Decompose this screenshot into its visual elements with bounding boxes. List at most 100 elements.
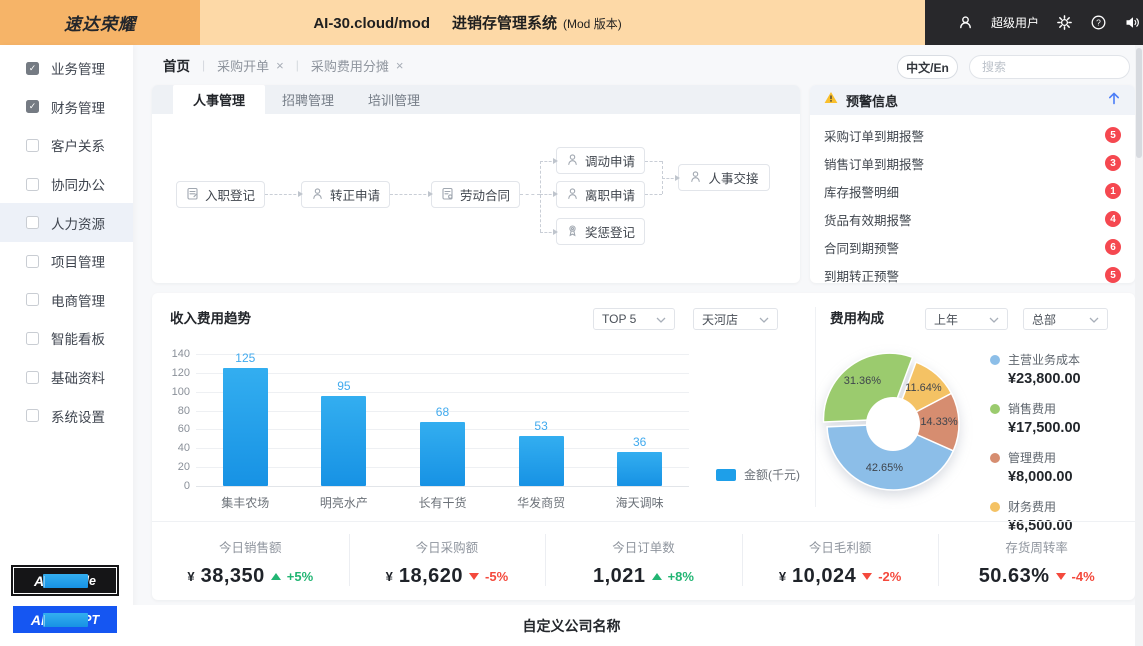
donut-legend-item-1[interactable]: 主营业务成本 ¥23,800.00 (990, 351, 1081, 387)
tab-purchase-cost[interactable]: 采购费用分摊 × (311, 56, 404, 75)
tab-separator: | (295, 58, 299, 72)
sidebar: ✓ 业务管理 ✓ 财务管理客户关系协同办公 人力资源 项目管理 电商管理 智能看板 基础资料系统… (0, 45, 133, 646)
alert-item-label: 采购订单到期报警 (824, 129, 925, 144)
legend-dot (990, 452, 1000, 463)
flow-connector-8 (645, 160, 662, 162)
count-badge: 6 (1105, 239, 1121, 255)
alert-item-6[interactable]: 到期转正预警 5 (824, 261, 1121, 289)
y-axis-tick: 100 (171, 385, 190, 398)
bar-华发商贸[interactable] (518, 436, 564, 486)
hr-workflow-card: 人事管理 招聘管理 培训管理 入职登记 转正申请 劳动合同 调动申请离职申请奖惩登记 人… (152, 85, 800, 283)
sidebar-item-3[interactable]: 客户关系 (0, 126, 133, 165)
chevron-down-icon (656, 312, 666, 326)
page-tabs: 首页 | 采购开单 × | 采购费用分摊 × (163, 52, 403, 78)
bar-value-label: 95 (337, 379, 351, 394)
close-icon[interactable]: × (396, 59, 404, 72)
settings-gear-icon[interactable] (1056, 14, 1073, 31)
language-toggle-button[interactable]: 中文/En (897, 55, 958, 79)
donut-legend-item-3[interactable]: 管理费用 ¥8,000.00 (990, 449, 1081, 485)
kpi-label: 今日采购额 (415, 541, 479, 555)
alert-panel-title: 预警信息 (846, 93, 899, 109)
tab-purchase-order[interactable]: 采购开单 × (217, 56, 284, 75)
kpi-1: 今日销售额 ¥38,350 +5% (152, 522, 349, 600)
bar-明亮水产[interactable] (321, 396, 367, 486)
ai-sdgpt-badge[interactable]: AI | SD-GPT (13, 606, 117, 633)
branch-select[interactable]: 总部 (1023, 308, 1108, 330)
donut-legend-item-2[interactable]: 销售费用 ¥17,500.00 (990, 400, 1081, 436)
kpi-delta: -4% (1071, 569, 1095, 584)
bar-集丰农场[interactable] (222, 368, 268, 486)
sidebar-item-label: 客户关系 (51, 139, 105, 155)
alert-item-1[interactable]: 采购订单到期报警 5 (824, 121, 1121, 149)
checkbox-icon (26, 216, 39, 230)
sidebar-item-10[interactable]: 系统设置 (0, 396, 133, 435)
alert-item-label: 到期转正预警 (824, 269, 900, 284)
alert-item-5[interactable]: 合同到期预警 6 (824, 233, 1121, 261)
ai-lcode-badge[interactable]: AI | L-code (11, 565, 119, 596)
kpi-delta: +5% (286, 569, 314, 584)
checkbox-icon (26, 409, 39, 423)
svg-text:?: ? (1096, 17, 1101, 27)
flow-node-4[interactable]: 调动申请 (556, 147, 645, 174)
flow-node-1[interactable]: 入职登记 (176, 181, 265, 208)
tab-home[interactable]: 首页 (163, 55, 190, 75)
document-icon (441, 187, 454, 203)
tab-training-management[interactable]: 培训管理 (351, 85, 437, 114)
tab-hr-management[interactable]: 人事管理 (173, 85, 265, 114)
kpi-value: 1,021 (593, 565, 646, 587)
logo-area[interactable]: 速达荣耀 (0, 0, 200, 45)
flow-node-2[interactable]: 转正申请 (301, 181, 390, 208)
y-axis-tick: 40 (177, 442, 190, 455)
sidebar-item-label: 系统设置 (51, 409, 105, 425)
flow-connector-2 (390, 191, 433, 197)
alert-item-2[interactable]: 销售订单到期报警 3 (824, 149, 1121, 177)
collapse-up-arrow-icon[interactable] (1107, 91, 1121, 110)
system-name: 进销存管理系统 (452, 15, 558, 32)
help-icon[interactable]: ? (1090, 14, 1107, 31)
sidebar-item-9[interactable]: 基础资料 (0, 358, 133, 397)
sidebar-item-8[interactable]: 智能看板 (0, 319, 133, 358)
flow-node-label: 调动申请 (584, 155, 635, 169)
sidebar-item-6[interactable]: 项目管理 (0, 242, 133, 281)
announcement-speaker-icon[interactable] (1124, 14, 1141, 31)
sidebar-item-5[interactable]: 人力资源 (0, 203, 133, 242)
tab-separator: | (202, 58, 206, 72)
search-input[interactable] (982, 60, 1137, 74)
bar-长有干货[interactable] (420, 421, 465, 486)
scrollbar-thumb[interactable] (1136, 48, 1142, 158)
y-axis-tick: 140 (171, 348, 190, 360)
flow-node-7[interactable]: 人事交接 (678, 164, 770, 191)
alert-item-3[interactable]: 库存报警明细 1 (824, 177, 1121, 205)
sidebar-item-4[interactable]: 协同办公 (0, 165, 133, 204)
store-select[interactable]: 天河店 (693, 308, 778, 330)
checkbox-icon (26, 254, 39, 268)
checkbox-icon (26, 331, 39, 345)
close-icon[interactable]: × (276, 59, 284, 72)
user-name[interactable]: 超级用户 (991, 14, 1039, 31)
kpi-currency: ¥ (385, 569, 393, 584)
flow-node-3[interactable]: 劳动合同 (431, 181, 520, 208)
user-icon[interactable] (957, 14, 974, 31)
legend-label: 金额(千元) (744, 468, 800, 482)
app-window: 速达荣耀 AI-30.cloud/mod 进销存管理系统 (Mod 版本) 超级… (0, 0, 1143, 646)
flow-node-6[interactable]: 奖惩登记 (556, 218, 645, 245)
flow-connector-5 (540, 157, 558, 164)
flow-connector-3 (520, 194, 540, 195)
search-box[interactable] (969, 55, 1143, 79)
sidebar-item-7[interactable]: 电商管理 (0, 281, 133, 320)
alert-item-4[interactable]: 货品有效期报警 4 (824, 205, 1121, 233)
tab-recruit-management[interactable]: 招聘管理 (265, 85, 351, 114)
document-icon (186, 187, 199, 203)
top-n-select[interactable]: TOP 5 (593, 308, 675, 330)
select-value: TOP 5 (602, 312, 637, 326)
sidebar-item-2[interactable]: ✓ 财务管理 (0, 88, 133, 127)
y-axis-tick: 60 (177, 423, 190, 436)
hr-card-tabs: 人事管理 招聘管理 培训管理 (152, 85, 800, 114)
legend-name: 财务费用 (1008, 500, 1057, 514)
period-select[interactable]: 上年 (925, 308, 1008, 330)
bar-海天调味[interactable] (617, 452, 663, 486)
flow-node-5[interactable]: 离职申请 (556, 181, 645, 208)
gridline (196, 486, 689, 487)
alert-panel-header: 预警信息 (810, 85, 1135, 115)
sidebar-item-1[interactable]: ✓ 业务管理 (0, 49, 133, 88)
